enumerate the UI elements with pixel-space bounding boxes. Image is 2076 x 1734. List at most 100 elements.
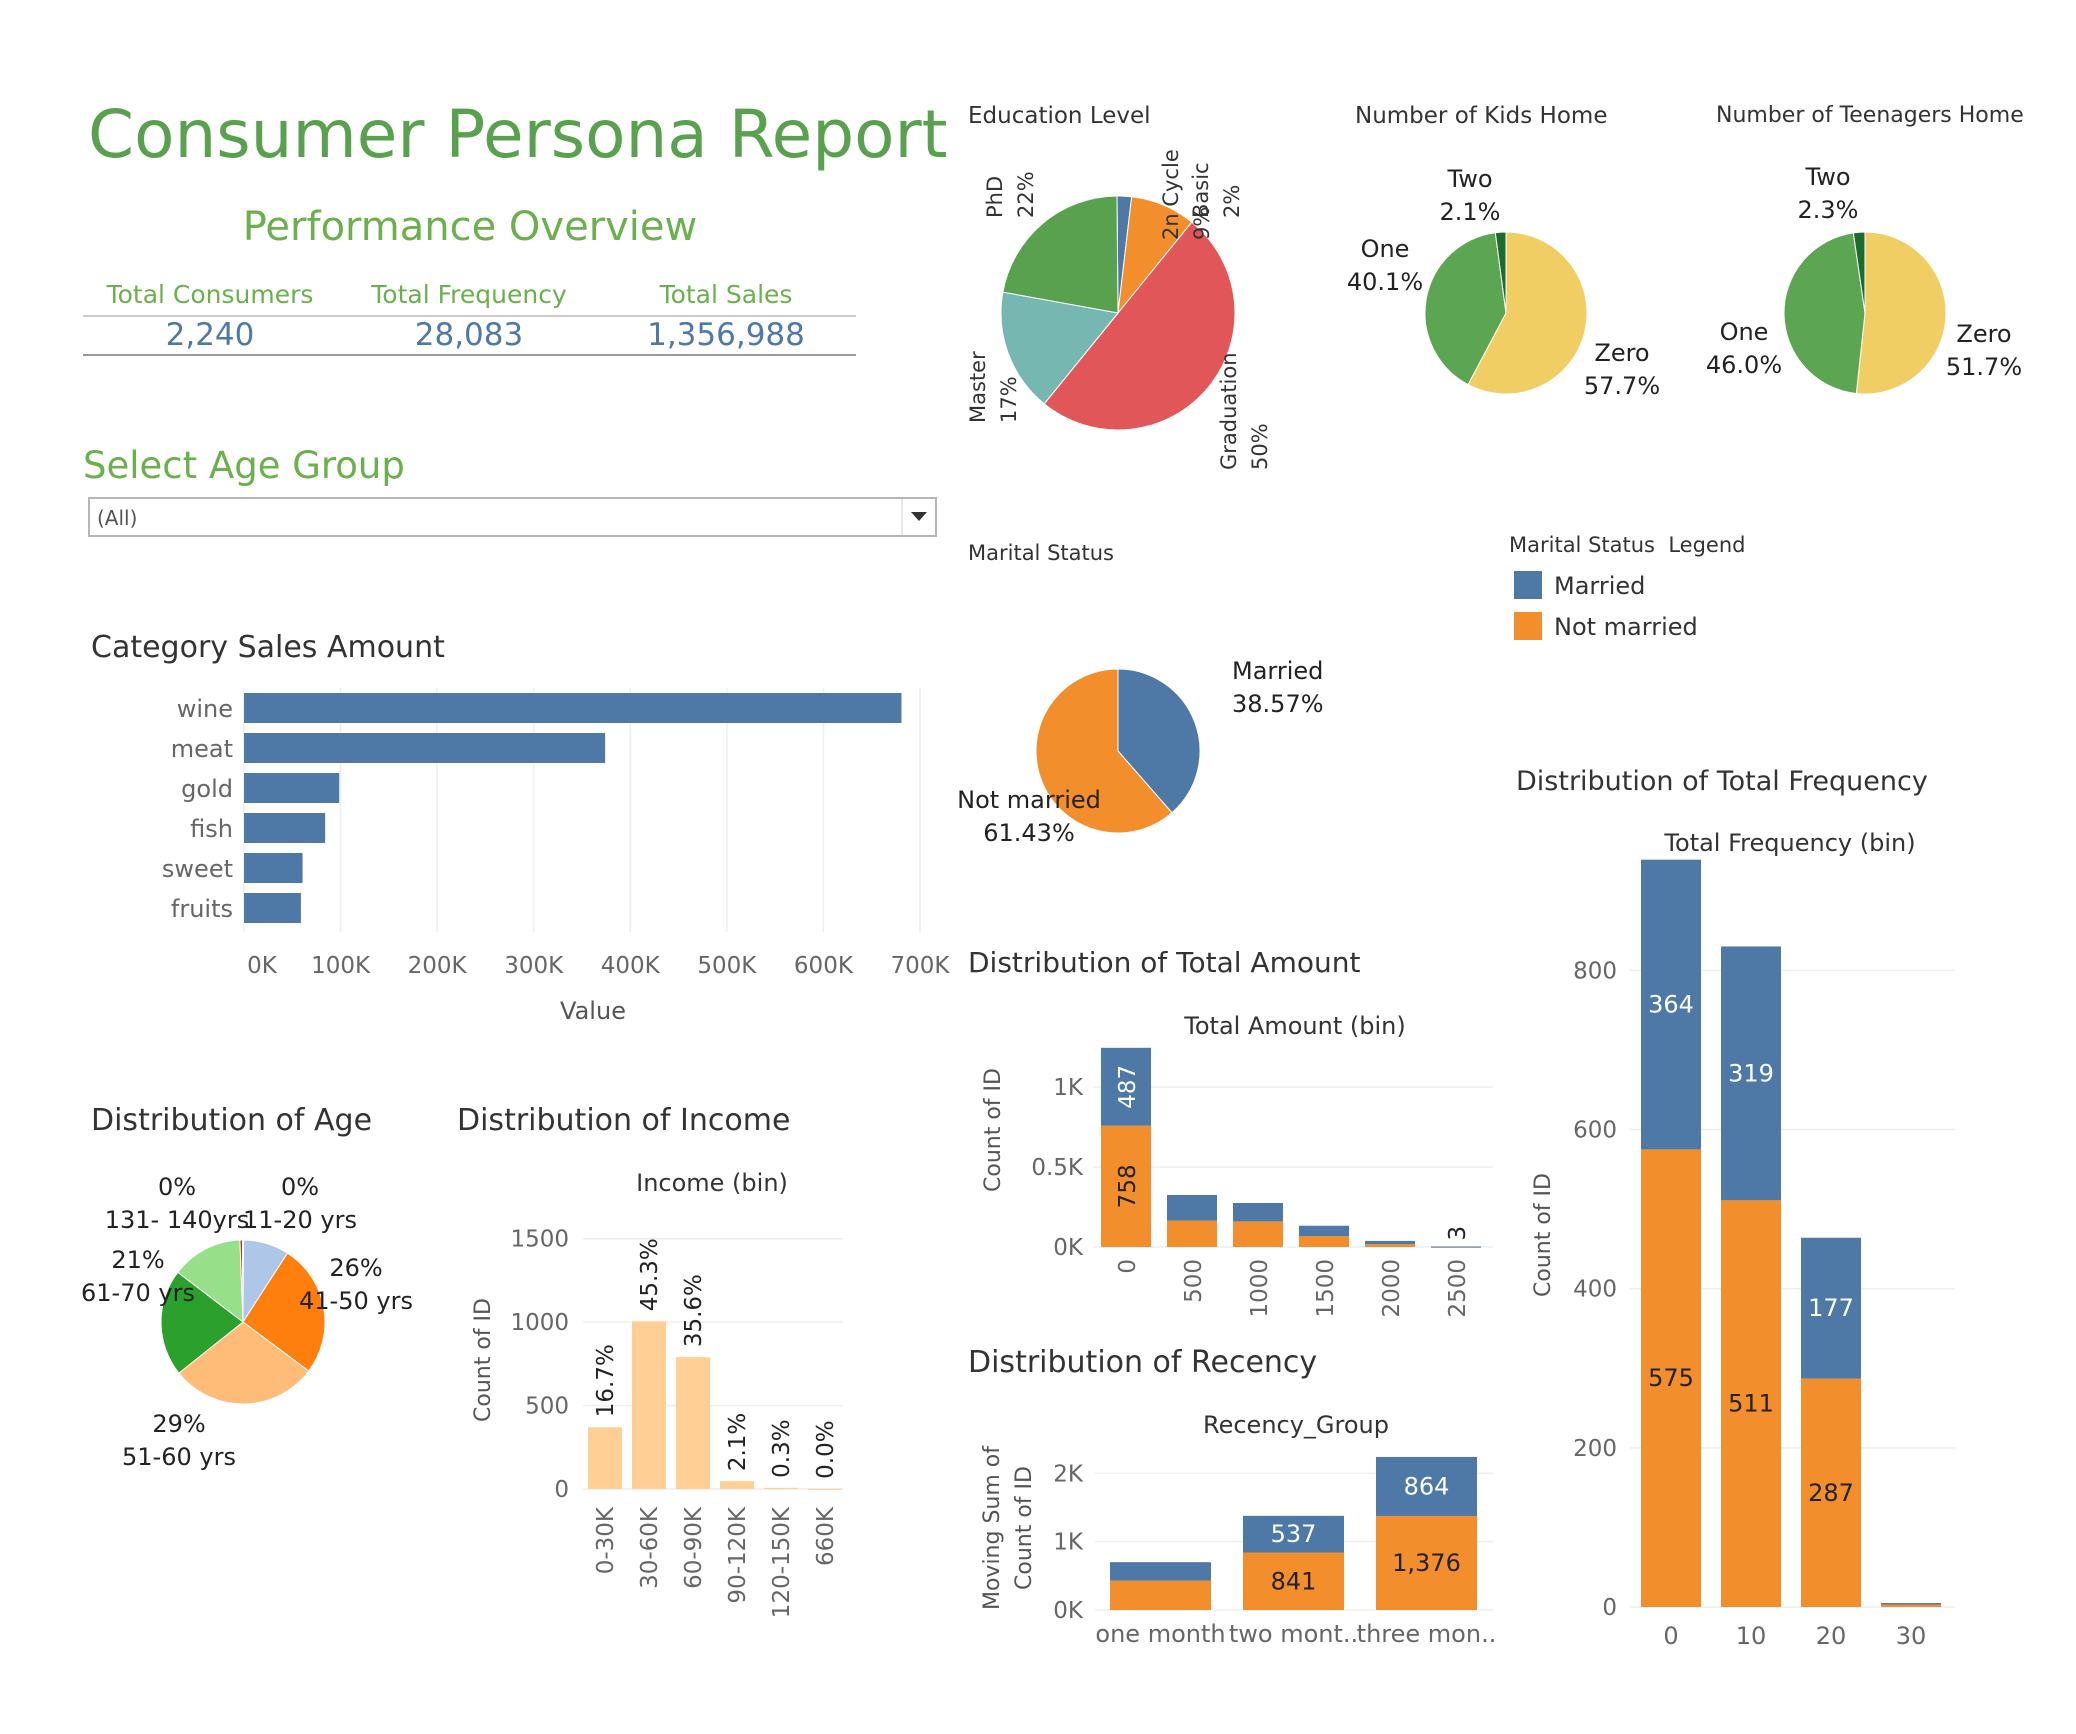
teens-label-one-line-0: One <box>1720 318 1769 346</box>
marital-legend-title: Marital Status Legend <box>1509 533 1745 557</box>
marital-label-married-line-0: Married <box>1232 657 1323 685</box>
marital-title: Marital Status <box>968 541 1114 565</box>
frequency-x-tick-20: 20 <box>1816 1622 1847 1650</box>
age-label-41-50-line-1: 41-50 yrs <box>299 1287 413 1315</box>
amount-bar-500-married <box>1167 1195 1217 1221</box>
income-x-tick-660k: 660K <box>813 1506 839 1566</box>
kpi-label-frequency: Total Frequency <box>370 280 567 309</box>
total-amount-title: Distribution of Total Amount <box>968 946 1360 979</box>
marital-label-not-married-line-1: 61.43% <box>983 819 1075 847</box>
amount-bar-label: 758 <box>1115 1164 1141 1208</box>
income-bar-label-660k: 0.0% <box>813 1420 839 1478</box>
recency-bar-label: 1,376 <box>1392 1549 1461 1577</box>
dropdown-selected-value: (All) <box>97 506 137 530</box>
income-bar-label-60-90k: 35.6% <box>681 1274 707 1347</box>
teens-label-zero-line-1: 51.7% <box>1946 353 2022 381</box>
income-bar-0-30k <box>588 1427 622 1489</box>
age-label-11-20-line-1: 11-20 yrs <box>243 1206 357 1234</box>
amount-x-tick-1500: 1500 <box>1313 1259 1339 1318</box>
amount-x-tick-0: 0 <box>1115 1259 1141 1274</box>
category-bar-fish <box>244 813 326 843</box>
frequency-bar-30-not-married <box>1881 1604 1941 1607</box>
recency-y-tick: 0K <box>1053 1598 1084 1624</box>
age-pie: 0% 11-20 yrs 26% 41-50 yrs 29% 51-60 yrs 21% 61… <box>81 1173 413 1471</box>
age-label-131-140-line-0: 0% <box>158 1173 196 1201</box>
age-label-41-50-line-0: 26% <box>329 1254 382 1282</box>
income-bar-90-120k <box>720 1481 754 1489</box>
category-bar-sweet <box>244 853 303 883</box>
education-label-master-0: Master <box>966 351 990 423</box>
kids-pie: Zero 57.7% One 40.1% Two 2.1% <box>1347 165 1660 400</box>
income-bar-30-60k <box>632 1321 666 1489</box>
category-x-tick: 600K <box>794 953 854 979</box>
recency-chart: 0K 1K 2K one month 841 537 two mont.. 1,376 864 t… <box>980 1445 1496 1648</box>
recency-y-tick: 2K <box>1053 1461 1084 1487</box>
recency-header: Recency_Group <box>1203 1411 1389 1439</box>
income-y-tick: 500 <box>525 1394 569 1420</box>
kpi-row: Total Consumers Total Frequency Total Sa… <box>83 280 856 356</box>
frequency-bar-label: 319 <box>1728 1059 1774 1087</box>
income-bar-label-120-150k: 0.3% <box>769 1419 795 1477</box>
age-group-dropdown[interactable]: (All) <box>88 497 937 537</box>
income-header: Income (bin) <box>636 1169 788 1197</box>
amount-bar-1000-married <box>1233 1203 1283 1222</box>
amount-bar-1500-married <box>1299 1225 1349 1237</box>
teens-label-two-line-1: 2.3% <box>1798 196 1859 224</box>
income-x-tick-60-90k: 60-90K <box>681 1506 707 1589</box>
frequency-y-tick: 400 <box>1573 1277 1617 1303</box>
education-label-phd-0: PhD <box>983 176 1007 218</box>
category-label-fish: fish <box>190 815 233 843</box>
age-title: Distribution of Age <box>91 1103 372 1138</box>
category-sales-title: Category Sales Amount <box>91 630 445 665</box>
teens-pie: Zero 51.7% One 46.0% Two 2.3% <box>1706 163 2022 395</box>
category-bar-meat <box>244 733 606 763</box>
category-label-wine: wine <box>177 695 233 723</box>
category-bar-gold <box>244 773 340 803</box>
legend-label-not-married: Not married <box>1554 613 1698 641</box>
category-label-fruits: fruits <box>171 895 233 923</box>
age-label-11-20-line-0: 0% <box>281 1173 319 1201</box>
education-label-graduation-0: Graduation <box>1217 352 1241 470</box>
total-frequency-chart: 0 200 400 600 800 575 364 0 511 319 10 287 177 20 30 Co… <box>1531 859 1955 1650</box>
education-label-graduation-1: 50% <box>1248 423 1272 470</box>
total-frequency-header: Total Frequency (bin) <box>1663 829 1915 857</box>
income-bar-label-90-120k: 2.1% <box>725 1413 751 1471</box>
recency-y-axis-label-line-0: Moving Sum of <box>980 1445 1005 1610</box>
section-subtitle: Performance Overview <box>243 204 698 250</box>
dashboard-canvas: Consumer Persona Report Performance Over… <box>81 96 2024 1650</box>
education-pie: Basic 2%2n Cycle 9%Graduation 50%Master 17%P… <box>966 149 1272 470</box>
total-frequency-title: Distribution of Total Frequency <box>1516 766 1928 797</box>
education-label-basic-1: 2% <box>1220 185 1244 218</box>
kpi-value-sales: 1,356,988 <box>647 317 805 353</box>
recency-bar-label: 537 <box>1271 1520 1317 1548</box>
category-bar-wine <box>244 693 902 723</box>
income-x-tick-120-150k: 120-150K <box>769 1506 795 1618</box>
marital-label-not-married-line-0: Not married <box>957 786 1101 814</box>
kids-label-zero-line-0: Zero <box>1594 339 1649 367</box>
frequency-x-tick-10: 10 <box>1736 1622 1767 1650</box>
frequency-bar-label: 287 <box>1808 1479 1854 1507</box>
amount-bar-2500-married <box>1431 1246 1481 1248</box>
amount-bar-1000-not-married <box>1233 1221 1283 1247</box>
marital-label-married-line-1: 38.57% <box>1232 690 1324 718</box>
category-label-sweet: sweet <box>162 855 233 883</box>
recency-x-tick-three-mon: three mon.. <box>1357 1620 1497 1648</box>
teens-title: Number of Teenagers Home <box>1716 103 2024 128</box>
amount-x-tick-2000: 2000 <box>1379 1259 1405 1318</box>
education-label-2n-cycle-0: 2n Cycle <box>1159 149 1183 240</box>
income-y-tick: 1000 <box>510 1310 569 1336</box>
amount-x-tick-2500: 2500 <box>1445 1259 1471 1318</box>
income-y-tick: 0 <box>554 1477 569 1503</box>
income-y-tick: 1500 <box>510 1227 569 1253</box>
age-label-61-70-line-0: 21% <box>111 1246 164 1274</box>
category-x-tick: 400K <box>601 953 661 979</box>
category-x-tick: 200K <box>408 953 468 979</box>
kpi-value-frequency: 28,083 <box>415 317 523 353</box>
legend-swatch-married <box>1514 571 1542 599</box>
amount-x-tick-500: 500 <box>1181 1259 1207 1303</box>
dropdown-box[interactable] <box>88 497 937 537</box>
income-y-axis-label: Count of ID <box>471 1298 496 1422</box>
income-x-tick-0-30k: 0-30K <box>593 1506 619 1574</box>
amount-y-axis-label: Count of ID <box>981 1068 1006 1192</box>
teens-label-zero-line-0: Zero <box>1956 320 2011 348</box>
